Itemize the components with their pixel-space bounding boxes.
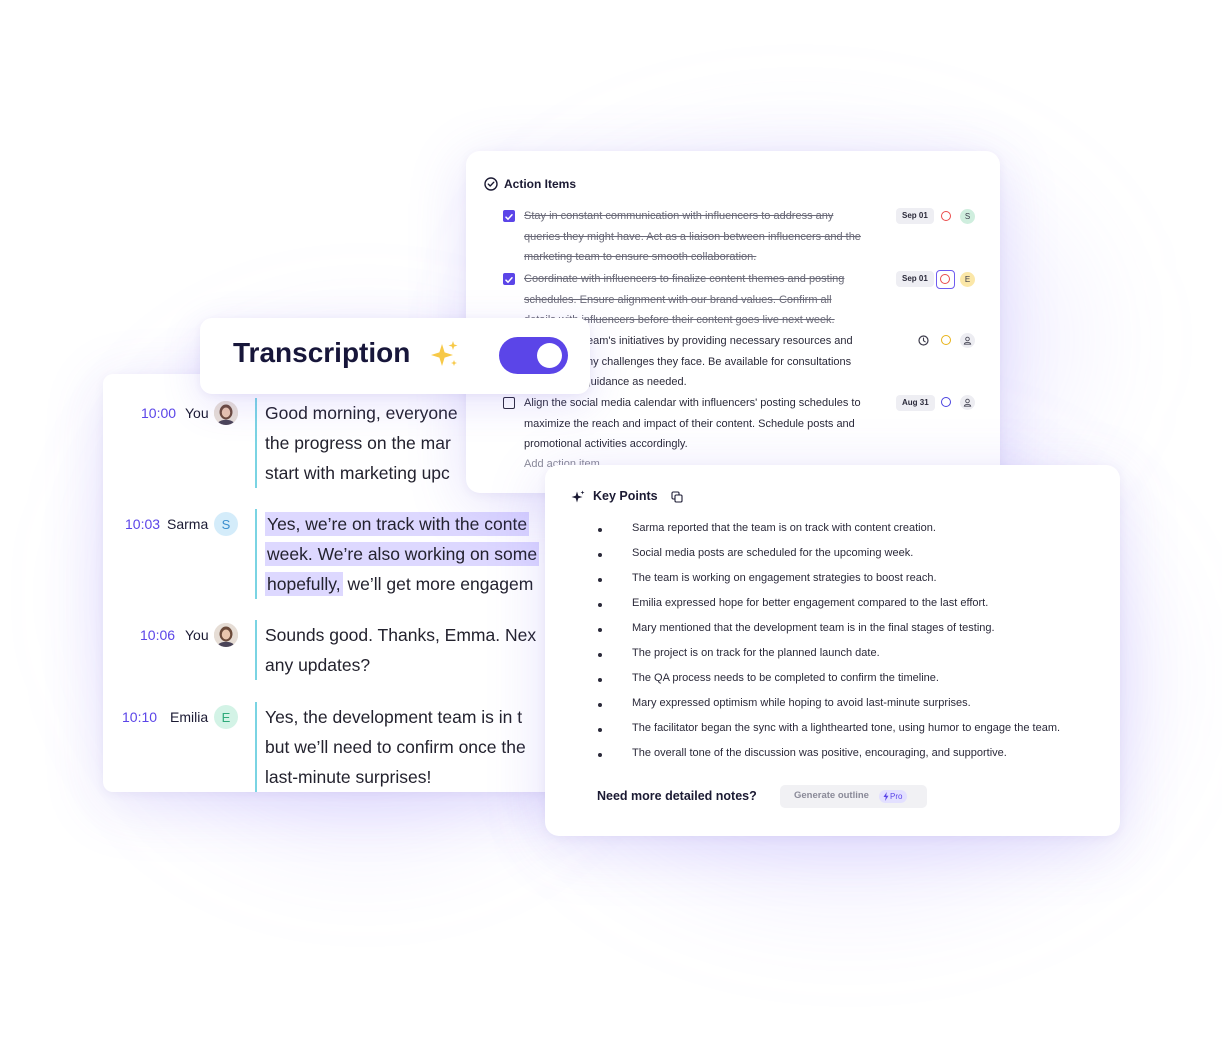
speaker-bar (255, 509, 257, 599)
avatar-photo-icon (214, 623, 238, 647)
avatar (214, 401, 238, 425)
highlighted-text[interactable]: hopefully, (265, 572, 343, 596)
bullet-dot (598, 753, 602, 757)
action-item-checkbox[interactable] (503, 273, 515, 285)
bullet-dot (598, 703, 602, 707)
transcript-time: 10:00 (141, 405, 177, 421)
lightning-icon (883, 792, 889, 801)
avatar: S (214, 512, 238, 536)
key-point-item: Social media posts are scheduled for the… (632, 547, 914, 559)
speaker-bar (255, 398, 257, 488)
priority-circle-icon[interactable] (941, 397, 951, 407)
user-icon (963, 398, 972, 407)
assignee-avatar[interactable]: E (960, 272, 975, 287)
transcript-text: Yes, we’re on track with the conte week.… (265, 512, 540, 596)
speaker-name: Emilia (170, 709, 209, 725)
key-points-card: Key Points Sarma reported that the team … (545, 465, 1120, 836)
speaker-name: You (185, 405, 209, 421)
speaker-bar (255, 702, 257, 792)
due-date-badge[interactable]: Aug 31 (896, 395, 935, 411)
clock-icon[interactable] (918, 335, 929, 346)
checkmark-icon (505, 214, 513, 221)
generate-outline-button[interactable]: Generate outline Pro (780, 785, 927, 808)
speaker-name: Sarma (167, 516, 209, 532)
toggle-knob (537, 343, 562, 368)
bullet-dot (598, 728, 602, 732)
transcription-header: Transcription (200, 318, 590, 394)
sparkle-icon (571, 490, 585, 503)
assignee-avatar[interactable] (960, 395, 975, 410)
sparkle-icon (431, 341, 458, 366)
check-circle-icon (484, 177, 498, 191)
key-point-item: The project is on track for the planned … (632, 647, 880, 659)
need-more-notes-label: Need more detailed notes? (597, 789, 757, 803)
bullet-dot (598, 628, 602, 632)
transcription-title: Transcription (233, 337, 411, 368)
key-point-item: Sarma reported that the team is on track… (632, 522, 936, 534)
avatar-photo-icon (214, 401, 238, 425)
action-item-text[interactable]: Align the social media calendar with inf… (524, 393, 892, 455)
speaker-bar (255, 620, 257, 680)
copy-icon[interactable] (671, 491, 683, 503)
key-point-item: Emilia expressed hope for better engagem… (632, 597, 989, 609)
transcript-time: 10:03 (125, 516, 161, 532)
speaker-name: You (185, 627, 209, 643)
key-point-item: The facilitator began the sync with a li… (632, 722, 1061, 734)
due-date-badge[interactable]: Sep 01 (896, 271, 934, 287)
highlighted-text[interactable]: week. We’re also working on some (265, 542, 540, 566)
transcription-toggle[interactable] (499, 337, 568, 374)
transcript-time: 10:06 (140, 627, 176, 643)
checkmark-icon (505, 277, 513, 284)
pro-badge: Pro (879, 790, 908, 803)
bullet-dot (598, 528, 602, 532)
generate-outline-label: Generate outline (794, 790, 869, 801)
action-items-title: Action Items (504, 177, 577, 191)
assignee-avatar[interactable]: S (960, 209, 975, 224)
assignee-avatar[interactable] (960, 333, 975, 348)
transcript-text: Sounds good. Thanks, Emma. Nex any updat… (265, 625, 537, 675)
bullet-dot (598, 603, 602, 607)
key-point-item: The QA process needs to be completed to … (632, 672, 939, 684)
priority-circle-icon[interactable] (941, 211, 951, 221)
priority-circle-icon[interactable] (941, 335, 951, 345)
action-item-text[interactable]: Stay in constant communication with infl… (524, 206, 892, 268)
key-point-item: The overall tone of the discussion was p… (632, 747, 1007, 759)
bullet-dot (598, 553, 602, 557)
bullet-dot (598, 578, 602, 582)
key-point-item: The team is working on engagement strate… (632, 572, 937, 584)
transcript-text: Yes, the development team is in t but we… (265, 707, 526, 787)
bullet-dot (598, 653, 602, 657)
highlighted-text[interactable]: Yes, we’re on track with the conte (265, 512, 530, 536)
transcript-time: 10:10 (122, 709, 158, 725)
transcript-text: Good morning, everyone the progress on t… (265, 403, 458, 483)
avatar (214, 623, 238, 647)
key-point-item: Mary expressed optimism while hoping to … (632, 697, 971, 709)
user-icon (963, 336, 972, 345)
action-item-checkbox[interactable] (503, 210, 515, 222)
key-point-item: Mary mentioned that the development team… (632, 622, 995, 634)
key-points-title: Key Points (593, 489, 658, 503)
priority-circle-icon (940, 274, 950, 284)
due-date-badge[interactable]: Sep 01 (896, 208, 934, 224)
action-item-checkbox[interactable] (503, 397, 515, 409)
bullet-dot (598, 678, 602, 682)
priority-focus-ring[interactable] (936, 270, 955, 289)
avatar: E (214, 705, 238, 729)
